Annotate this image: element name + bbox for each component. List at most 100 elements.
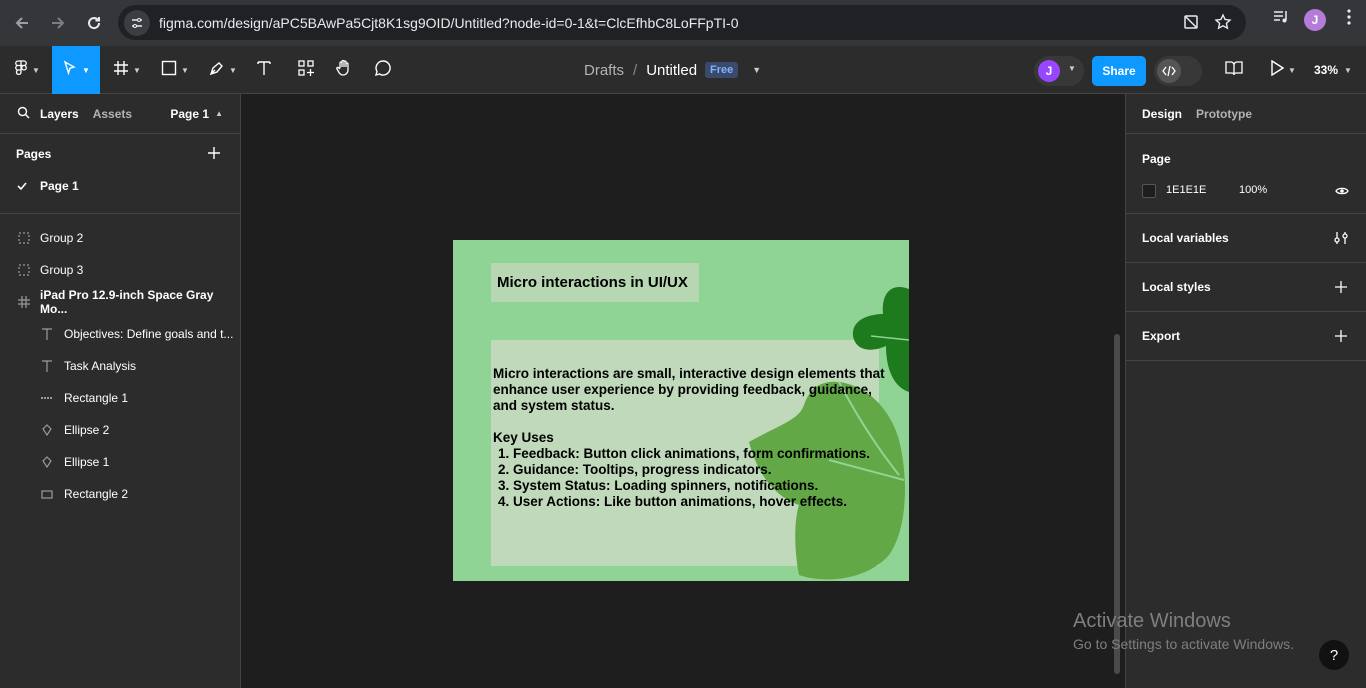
chevron-down-icon: ▼ [1288,65,1296,75]
tab-prototype[interactable]: Prototype [1196,107,1252,121]
breadcrumb-drafts[interactable]: Drafts [584,62,624,79]
intro-paragraph: Micro interactions are small, interactiv… [493,366,893,414]
layer-row[interactable]: iPad Pro 12.9-inch Space Gray Mo... [0,286,240,318]
move-tool-button[interactable]: ▼ [52,46,100,94]
local-variables-section[interactable]: Local variables [1126,214,1366,263]
eye-icon[interactable] [1335,184,1349,202]
chevron-up-icon[interactable]: ▲ [215,109,223,118]
page-item-page-1[interactable]: Page 1 [0,174,240,198]
variables-icon[interactable] [1334,231,1348,248]
hand-tool-button[interactable] [334,46,354,94]
frame-icon [113,60,129,81]
layer-row[interactable]: Ellipse 1 [0,446,240,478]
url-text[interactable]: figma.com/design/aPC5BAwPa5Cjt8K1sg9OID/… [159,15,738,31]
layer-label: Group 2 [40,231,84,245]
site-info-icon[interactable] [124,9,150,36]
slide-body-text[interactable]: Micro interactions are small, interactiv… [493,366,893,510]
no-cast-icon[interactable] [1182,13,1200,36]
resources-tool-button[interactable] [296,46,316,94]
bookmark-star-icon[interactable] [1214,13,1232,36]
group-icon [17,231,31,245]
add-page-icon[interactable] [207,146,221,163]
media-control-icon[interactable] [1272,8,1290,31]
shape-tool-button[interactable]: ▼ [158,46,192,94]
add-export-icon[interactable] [1335,330,1347,345]
layer-label: iPad Pro 12.9-inch Space Gray Mo... [40,288,214,316]
panel-divider [0,213,240,214]
canvas[interactable]: Micro interactions in UI/UX Micro intera… [241,94,1125,688]
layer-row[interactable]: Task Analysis [0,350,240,382]
windows-activation-watermark: Activate Windows Go to Settings to activ… [1073,610,1294,652]
layer-row[interactable]: Rectangle 1 [0,382,240,414]
layer-row[interactable]: Objectives: Define goals and t... [0,318,240,350]
layer-row[interactable]: Group 3 [0,254,240,286]
dev-mode-toggle[interactable] [1154,56,1202,86]
layer-row[interactable]: Rectangle 2 [0,478,240,510]
layer-label: Objectives: Define goals and t... [64,327,234,341]
pages-section-header: Pages [0,134,240,174]
reload-icon[interactable] [76,5,112,41]
tab-layers[interactable]: Layers [40,107,79,121]
key-uses-list: Feedback: Button click animations, form … [513,446,893,510]
add-style-icon[interactable] [1335,281,1347,296]
rectangle-dashed-icon [40,391,54,405]
layers-panel-tabs: Layers Assets Page 1 ▲ [0,94,240,134]
intro-line: enhance user experience by providing fee… [493,382,872,397]
page-color-value[interactable]: 1E1E1E [1166,184,1206,196]
comment-tool-button[interactable] [373,46,393,94]
layer-row[interactable]: Ellipse 2 [0,414,240,446]
page-heading: Page [1142,152,1171,166]
intro-line: and system status. [493,398,615,413]
page-selector[interactable]: Page 1 [170,107,209,121]
chevron-down-icon: ▼ [133,65,141,75]
present-button[interactable]: ▼ [1266,46,1300,94]
help-button[interactable]: ? [1319,640,1349,670]
layer-row[interactable]: Group 2 [0,222,240,254]
vector-icon [40,423,54,437]
figma-logo-icon [14,59,28,81]
browser-toolbar: figma.com/design/aPC5BAwPa5Cjt8K1sg9OID/… [0,0,1366,46]
tab-design[interactable]: Design [1142,107,1182,121]
key-uses-heading: Key Uses [493,430,554,445]
local-styles-section[interactable]: Local styles [1126,263,1366,312]
list-item: Feedback: Button click animations, form … [513,446,893,462]
tab-assets[interactable]: Assets [93,107,132,121]
watermark-subtitle: Go to Settings to activate Windows. [1073,636,1294,652]
main-menu-button[interactable]: ▼ [10,46,44,94]
layer-label: Group 3 [40,263,84,277]
list-item: System Status: Loading spinners, notific… [513,478,893,494]
pages-heading: Pages [16,147,52,161]
pen-tool-button[interactable]: ▼ [206,46,240,94]
file-menu-chevron-icon[interactable]: ▼ [752,65,761,75]
zoom-level: 33% [1314,63,1339,77]
chevron-down-icon: ▼ [1344,65,1352,75]
page-color-swatch[interactable] [1142,184,1156,198]
multiplayer-button[interactable]: J ▼ [1034,56,1084,86]
group-icon [17,263,31,277]
rectangle-icon [40,487,54,501]
share-button[interactable]: Share [1092,56,1146,86]
search-icon[interactable] [17,106,30,122]
layer-label: Task Analysis [64,359,137,373]
hand-icon [335,59,353,82]
local-styles-label: Local styles [1142,280,1211,294]
page-opacity-value[interactable]: 100% [1239,184,1267,196]
book-icon [1225,60,1243,81]
address-bar[interactable]: figma.com/design/aPC5BAwPa5Cjt8K1sg9OID/… [118,5,1246,40]
text-icon [40,359,54,373]
back-icon[interactable] [4,5,40,41]
forward-icon[interactable] [40,5,76,41]
zoom-control[interactable]: 33% ▼ [1314,46,1352,94]
slide-title-box[interactable]: Micro interactions in UI/UX [491,263,699,302]
more-menu-icon[interactable] [1340,8,1358,31]
text-icon [256,60,272,81]
profile-avatar[interactable]: J [1304,8,1326,31]
export-section[interactable]: Export [1126,312,1366,361]
frame-tool-button[interactable]: ▼ [110,46,144,94]
layer-list: Group 2 Group 3 iPad Pro 12.9-inch Space G… [0,222,240,510]
file-title[interactable]: Untitled [646,62,697,79]
slide-frame[interactable]: Micro interactions in UI/UX Micro intera… [453,240,909,581]
text-tool-button[interactable] [254,46,274,94]
library-button[interactable] [1222,46,1246,94]
